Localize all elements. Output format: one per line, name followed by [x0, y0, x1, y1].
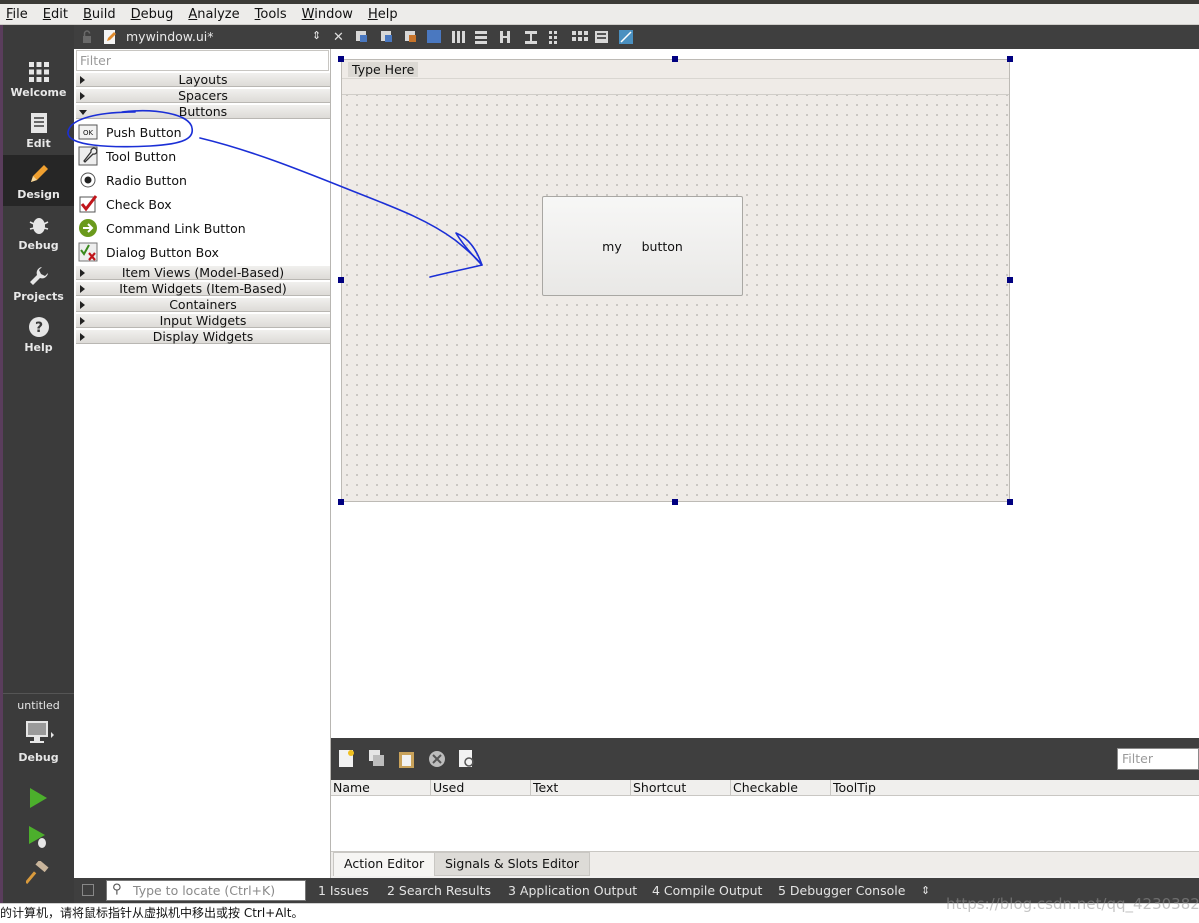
menubar: File Edit Build Debug Analyze Tools Wind…: [0, 4, 1199, 25]
open-document-name[interactable]: mywindow.ui*: [126, 29, 213, 44]
kit-build-config: Debug: [18, 751, 59, 764]
category-input-widgets[interactable]: Input Widgets: [76, 313, 330, 328]
lock-icon[interactable]: [82, 30, 92, 43]
resize-handle[interactable]: [672, 56, 678, 62]
resize-handle[interactable]: [338, 56, 344, 62]
menu-file[interactable]: File: [6, 7, 28, 22]
ui-file-icon: [102, 29, 118, 45]
category-label: Containers: [169, 297, 237, 312]
pane-application-output[interactable]: 3 Application Output: [508, 878, 637, 903]
form-editor-toolbar: ✕: [331, 25, 1199, 49]
column-header[interactable]: Text: [531, 780, 631, 796]
pane-issues[interactable]: 1 Issues: [318, 878, 369, 903]
column-header[interactable]: ToolTip: [831, 780, 1199, 796]
mode-label: Projects: [13, 290, 64, 303]
tab-signals-slots-editor[interactable]: Signals & Slots Editor: [434, 852, 591, 876]
more-panes-icon[interactable]: ⇕: [921, 878, 930, 903]
kit-selector[interactable]: [24, 719, 54, 747]
action-tools-icons[interactable]: [337, 748, 487, 770]
category-label: Input Widgets: [159, 313, 247, 328]
bug-icon: [29, 218, 49, 234]
resize-handle[interactable]: [1007, 56, 1013, 62]
layout-tools-icons[interactable]: [355, 29, 651, 45]
resize-handle[interactable]: [338, 499, 344, 505]
category-display-widgets[interactable]: Display Widgets: [76, 329, 330, 344]
close-document-icon[interactable]: ✕: [333, 30, 344, 45]
run-button[interactable]: [26, 786, 50, 810]
action-filter-input[interactable]: Filter: [1117, 748, 1199, 770]
category-containers[interactable]: Containers: [76, 297, 330, 312]
build-button[interactable]: [24, 859, 50, 885]
category-label: Layouts: [178, 72, 228, 87]
menu-tools[interactable]: Tools: [255, 7, 287, 22]
pencil-icon: [31, 165, 48, 182]
resize-handle[interactable]: [1007, 499, 1013, 505]
menu-analyze[interactable]: Analyze: [188, 7, 239, 22]
question-icon: ?: [29, 317, 49, 337]
type-here-menu[interactable]: Type Here: [348, 62, 419, 77]
annotation-arrow: [67, 109, 483, 278]
column-header[interactable]: Used: [431, 780, 531, 796]
document-switch-icon[interactable]: ⇕: [312, 29, 321, 42]
menu-build[interactable]: Build: [83, 7, 116, 22]
grid-icon: [29, 62, 49, 82]
category-label: Display Widgets: [152, 329, 254, 344]
tab-action-editor[interactable]: Action Editor: [333, 852, 436, 876]
category-layouts[interactable]: Layouts: [76, 72, 330, 87]
mode-label: Help: [24, 341, 53, 354]
hammer-icon: [24, 859, 49, 885]
mode-help[interactable]: ? Help: [3, 308, 74, 359]
mode-welcome[interactable]: Welcome: [3, 53, 74, 104]
form-push-button[interactable]: my button: [542, 196, 743, 296]
debug-run-button[interactable]: [26, 824, 50, 850]
rail-separator: [3, 693, 74, 694]
monitor-icon: [26, 721, 54, 743]
pane-search-results[interactable]: 2 Search Results: [387, 878, 491, 903]
document-icon: [31, 113, 47, 133]
form-menu-bar: [342, 60, 1009, 79]
wrench-icon: [30, 267, 48, 285]
action-editor-toolbar: [331, 738, 1199, 780]
column-header[interactable]: Name: [331, 780, 431, 796]
menu-window[interactable]: Window: [302, 7, 353, 22]
kit-project-name: untitled: [17, 699, 60, 712]
column-header[interactable]: Checkable: [731, 780, 831, 796]
action-table-header: Name Used Text Shortcut Checkable ToolTi…: [331, 780, 1199, 796]
watermark: https://blog.csdn.net/qq_42303823: [946, 895, 1199, 913]
menu-debug[interactable]: Debug: [131, 7, 174, 22]
svg-text:?: ?: [35, 320, 43, 336]
sidebar-toggle-icon[interactable]: [82, 884, 94, 896]
mode-label: Welcome: [10, 86, 67, 99]
debug-run-icon: [29, 826, 46, 848]
column-header[interactable]: Shortcut: [631, 780, 731, 796]
run-icon: [30, 788, 47, 808]
document-header: mywindow.ui* ⇕: [74, 25, 331, 49]
action-table-body[interactable]: [331, 796, 1199, 851]
pane-compile-output[interactable]: 4 Compile Output: [652, 878, 762, 903]
pane-debugger-console[interactable]: 5 Debugger Console: [778, 878, 905, 903]
search-icon: ⚲: [112, 882, 122, 897]
menu-help[interactable]: Help: [368, 7, 398, 22]
menu-edit[interactable]: Edit: [43, 7, 68, 22]
form-toolbar-area: [342, 79, 1009, 95]
vm-hint-text: 的计算机，请将鼠标指针从虚拟机中移出或按 Ctrl+Alt。: [0, 906, 304, 920]
locator-input[interactable]: Type to locate (Ctrl+K): [106, 880, 306, 901]
resize-handle[interactable]: [1007, 277, 1013, 283]
widget-filter-input[interactable]: Filter: [76, 50, 329, 71]
resize-handle[interactable]: [672, 499, 678, 505]
